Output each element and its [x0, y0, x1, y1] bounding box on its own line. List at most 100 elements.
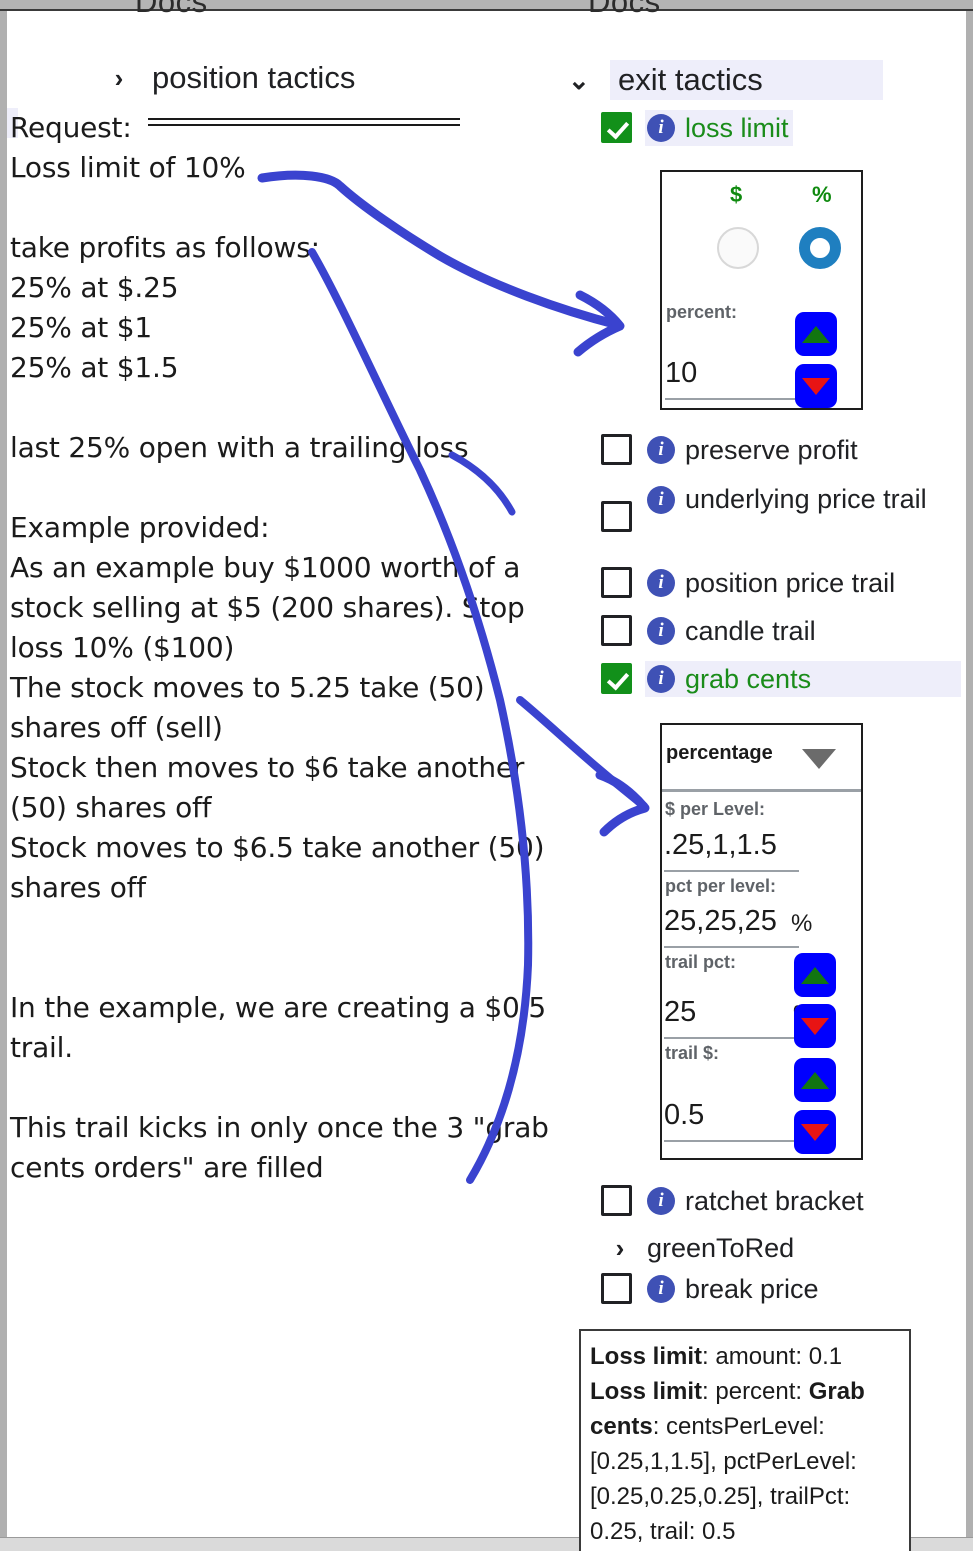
doc-line: 25% at $1.5: [10, 351, 179, 384]
option-label: greenToRed: [647, 1233, 795, 1263]
summary-key: Loss limit: [590, 1378, 703, 1405]
option-row-grab-cents[interactable]: i grab cents: [601, 661, 962, 697]
loss-limit-panel: $ % percent: 10 %: [660, 170, 863, 410]
doc-line: 25% at $.25: [10, 271, 179, 304]
trail-pct-underline: [664, 1037, 799, 1039]
doc-line: last 25% open with a trailing loss: [10, 431, 469, 464]
option-label: ratchet bracket: [685, 1186, 864, 1216]
docs-label-left: Docs: [135, 0, 208, 19]
chevron-right-icon[interactable]: ›: [608, 1233, 632, 1264]
chevron-down-icon: ⌄: [568, 64, 590, 95]
dollar-per-level-label: $ per Level:: [665, 799, 766, 819]
doc-line: 25% at $1: [10, 311, 153, 344]
option-label: preserve profit: [685, 435, 858, 465]
info-icon[interactable]: i: [647, 486, 675, 514]
radio-percent-mode[interactable]: [799, 227, 841, 269]
summary-text: Loss limit: amount: 0.1 Loss limit: perc…: [590, 1343, 865, 1545]
option-label: break price: [685, 1274, 819, 1304]
app-screenshot: Docs Docs › position tactics Request: Lo…: [0, 0, 973, 1551]
option-label: grab cents: [685, 664, 812, 694]
checkbox-break-price[interactable]: [601, 1273, 632, 1304]
trail-dollar-decrement-button[interactable]: [794, 1110, 836, 1154]
grab-cents-mode-dropdown-value[interactable]: percentage: [666, 742, 773, 765]
summary-value: : percent:: [702, 1378, 809, 1405]
doc-spacer: [10, 908, 555, 948]
doc-spacer: [10, 1068, 555, 1108]
checkbox-preserve-profit[interactable]: [601, 434, 632, 465]
doc-spacer: [10, 188, 555, 228]
doc-line: Request:: [10, 111, 132, 144]
option-label-group: i preserve profit: [645, 432, 862, 468]
percent-increment-button[interactable]: [795, 312, 837, 356]
doc-line: As an example buy $1000 worth of a stock…: [10, 551, 525, 664]
percent-field-value[interactable]: 10: [665, 357, 697, 390]
doc-line: Loss limit of 10%: [10, 151, 246, 184]
option-label-group: i break price: [645, 1271, 823, 1307]
option-row-position-price-trail[interactable]: i position price trail: [601, 565, 899, 601]
doc-spacer: [10, 948, 555, 988]
checkbox-ratchet-bracket[interactable]: [601, 1185, 632, 1216]
dollar-mode-label: $: [730, 182, 743, 207]
option-label-group: i ratchet bracket: [645, 1183, 868, 1219]
dollar-per-level-underline: [664, 870, 799, 872]
window-right-edge: [966, 11, 973, 1537]
info-icon[interactable]: i: [647, 436, 675, 464]
trail-dollar-label: trail $:: [665, 1043, 720, 1063]
option-row-loss-limit[interactable]: i loss limit: [601, 110, 793, 146]
option-row-preserve-profit[interactable]: i preserve profit: [601, 432, 862, 468]
option-row-underlying-price-trail[interactable]: i underlying price trail: [601, 481, 949, 532]
trail-dollar-value[interactable]: 0.5: [664, 1099, 704, 1132]
chevron-right-icon: ›: [114, 62, 124, 93]
triangle-down-icon: [801, 1017, 829, 1035]
position-tactics-title: position tactics: [152, 60, 356, 95]
doc-line: Stock then moves to $6 take another (50)…: [10, 751, 525, 824]
percent-field-label: percent:: [666, 302, 738, 322]
percent-decrement-button[interactable]: [795, 364, 837, 408]
option-label: candle trail: [685, 616, 816, 646]
checkbox-position-price-trail[interactable]: [601, 567, 632, 598]
option-label-group: i underlying price trail: [645, 481, 949, 517]
trail-pct-value[interactable]: 25: [664, 996, 696, 1029]
checkbox-candle-trail[interactable]: [601, 615, 632, 646]
info-icon[interactable]: i: [647, 617, 675, 645]
option-label: underlying price trail: [685, 484, 927, 514]
radio-dollar-mode[interactable]: [717, 227, 759, 269]
docs-label-right: Docs: [588, 0, 661, 19]
option-label-group: i candle trail: [645, 613, 820, 649]
info-icon[interactable]: i: [647, 114, 675, 142]
pct-per-level-suffix: %: [791, 910, 813, 937]
trail-pct-decrement-button[interactable]: [794, 1004, 836, 1048]
pct-per-level-label: pct per level:: [665, 876, 777, 896]
settings-summary-box: Loss limit: amount: 0.1 Loss limit: perc…: [579, 1329, 911, 1551]
checkbox-grab-cents[interactable]: [601, 663, 632, 694]
window-left-edge: [0, 11, 7, 1537]
dollar-per-level-value[interactable]: .25,1,1.5: [664, 829, 777, 862]
option-row-ratchet-bracket[interactable]: i ratchet bracket: [601, 1183, 868, 1219]
option-label: position price trail: [685, 568, 896, 598]
triangle-up-icon: [802, 325, 830, 343]
option-label-group: i loss limit: [645, 110, 793, 146]
grab-cents-panel: percentage $ per Level: .25,1,1.5 pct pe…: [660, 723, 863, 1160]
info-icon[interactable]: i: [647, 1275, 675, 1303]
info-icon[interactable]: i: [647, 665, 675, 693]
triangle-up-icon: [801, 966, 829, 984]
pct-per-level-value[interactable]: 25,25,25: [664, 905, 777, 938]
info-icon[interactable]: i: [647, 1187, 675, 1215]
percent-mode-label: %: [812, 182, 832, 207]
doc-spacer: [10, 468, 555, 508]
info-icon[interactable]: i: [647, 569, 675, 597]
option-label-group: i grab cents: [645, 661, 962, 697]
option-row-candle-trail[interactable]: i candle trail: [601, 613, 820, 649]
option-row-green-to-red[interactable]: › greenToRed: [608, 1230, 798, 1266]
pct-per-level-underline: [664, 946, 799, 948]
position-tactics-header[interactable]: › position tactics: [110, 60, 356, 96]
trail-pct-label: trail pct:: [665, 952, 737, 972]
option-row-break-price[interactable]: i break price: [601, 1271, 823, 1307]
trail-pct-increment-button[interactable]: [794, 953, 836, 997]
exit-tactics-header[interactable]: ⌄ exit tactics: [568, 60, 883, 100]
trail-dollar-increment-button[interactable]: [794, 1058, 836, 1102]
checkbox-underlying-price-trail[interactable]: [601, 501, 632, 532]
chevron-down-icon[interactable]: [802, 749, 836, 769]
checkbox-loss-limit[interactable]: [601, 112, 632, 143]
doc-line: Example provided:: [10, 511, 270, 544]
